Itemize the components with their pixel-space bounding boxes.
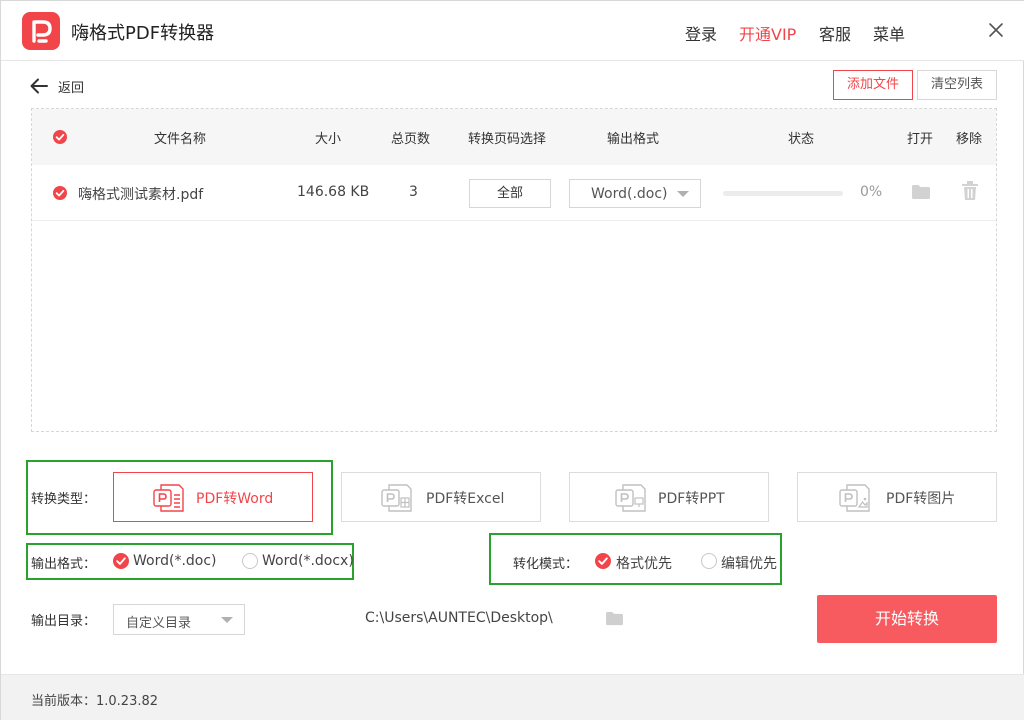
arrow-left-icon [30, 78, 48, 94]
output-dir-select-value: 自定义目录 [126, 616, 192, 631]
conversion-type-label: 转换类型： [31, 492, 97, 507]
output-dir-select[interactable]: 自定义目录 [113, 604, 245, 635]
header-status: 状态 [788, 132, 815, 147]
radio-word-docx[interactable] [242, 553, 258, 569]
check-icon [55, 189, 65, 197]
footer: 当前版本：1.0.23.82 [1, 674, 1024, 720]
radio-format-priority[interactable] [595, 553, 611, 569]
check-icon [598, 557, 608, 565]
trash-icon [962, 181, 978, 200]
tab-pdf-to-ppt[interactable]: PDF转PPT [569, 472, 769, 522]
header-open: 打开 [907, 132, 934, 147]
clear-list-button[interactable]: 清空列表 [917, 70, 997, 100]
radio-label[interactable]: Word(*.docx) [262, 553, 354, 569]
header-page-range: 转换页码选择 [468, 132, 547, 147]
version-label: 当前版本：1.0.23.82 [31, 694, 159, 709]
header-size: 大小 [315, 132, 342, 147]
header-file-name: 文件名称 [154, 132, 207, 147]
row-file-name: 嗨格式测试素材.pdf [78, 187, 204, 203]
output-format-value: Word(.doc) [591, 186, 668, 202]
header-remove: 移除 [956, 132, 983, 147]
chevron-down-icon [221, 617, 233, 623]
tab-label: PDF转PPT [658, 491, 725, 507]
row-checkbox[interactable] [53, 186, 67, 200]
vip-link[interactable]: 开通VIP [739, 21, 796, 45]
row-total-pages: 3 [409, 184, 418, 200]
chevron-down-icon [677, 191, 689, 197]
check-icon [116, 557, 126, 565]
back-button[interactable]: 返回 [29, 75, 84, 97]
radio-label[interactable]: 格式优先 [616, 553, 672, 573]
pdf-image-icon [839, 484, 870, 512]
radio-edit-priority[interactable] [701, 553, 717, 569]
title-bar: 嗨格式PDF转换器 登录 开通VIP 客服 菜单 [1, 1, 1024, 61]
pdf-word-icon [153, 484, 184, 512]
pdf-excel-icon [381, 484, 412, 512]
login-link[interactable]: 登录 [685, 21, 717, 45]
close-icon [989, 23, 1003, 37]
back-label: 返回 [58, 80, 85, 96]
progress-percent: 0% [860, 184, 883, 200]
radio-label[interactable]: Word(*.doc) [133, 553, 217, 569]
conversion-mode-label: 转化模式： [513, 557, 579, 572]
file-table: 文件名称 大小 总页数 转换页码选择 输出格式 状态 打开 移除 嗨格式测试素材… [31, 108, 997, 432]
start-conversion-button[interactable]: 开始转换 [817, 595, 997, 643]
tab-pdf-to-word[interactable]: PDF转Word [113, 472, 313, 522]
app-window: 嗨格式PDF转换器 登录 开通VIP 客服 菜单 返回 添加文件 清空列表 文件… [0, 0, 1024, 720]
page-range-button[interactable]: 全部 [469, 179, 551, 208]
radio-word-doc[interactable] [113, 553, 129, 569]
app-logo-icon [22, 12, 60, 50]
browse-folder-button[interactable] [605, 611, 624, 630]
add-file-button[interactable]: 添加文件 [833, 70, 913, 100]
tab-pdf-to-image[interactable]: PDF转图片 [797, 472, 997, 522]
header-output-format: 输出格式 [607, 132, 660, 147]
table-row[interactable]: 嗨格式测试素材.pdf 146.68 KB 3 全部 Word(.doc) 0% [32, 165, 996, 221]
output-format-select[interactable]: Word(.doc) [569, 179, 701, 208]
app-title: 嗨格式PDF转换器 [71, 23, 215, 44]
folder-icon [606, 611, 623, 626]
tab-pdf-to-excel[interactable]: PDF转Excel [341, 472, 541, 522]
radio-label[interactable]: 编辑优先 [721, 553, 777, 573]
tab-label: PDF转图片 [886, 491, 956, 507]
close-button[interactable] [985, 19, 1007, 41]
tab-label: PDF转Excel [426, 491, 505, 507]
pdf-ppt-icon [615, 484, 646, 512]
output-dir-path: C:\Users\AUNTEC\Desktop\ [365, 610, 553, 626]
progress-bar [723, 191, 843, 196]
check-icon [55, 133, 65, 141]
table-header: 文件名称 大小 总页数 转换页码选择 输出格式 状态 打开 移除 [32, 109, 996, 165]
remove-row-button[interactable] [962, 181, 978, 205]
output-format-label: 输出格式： [31, 557, 97, 572]
header-total-pages: 总页数 [391, 132, 431, 147]
folder-icon [912, 185, 930, 199]
select-all-checkbox[interactable] [53, 130, 67, 144]
row-file-size: 146.68 KB [297, 184, 370, 200]
open-folder-button[interactable] [911, 184, 931, 204]
customer-service-link[interactable]: 客服 [819, 21, 851, 45]
output-dir-label: 输出目录： [31, 614, 97, 629]
menu-link[interactable]: 菜单 [873, 21, 905, 45]
tab-label: PDF转Word [196, 491, 274, 507]
